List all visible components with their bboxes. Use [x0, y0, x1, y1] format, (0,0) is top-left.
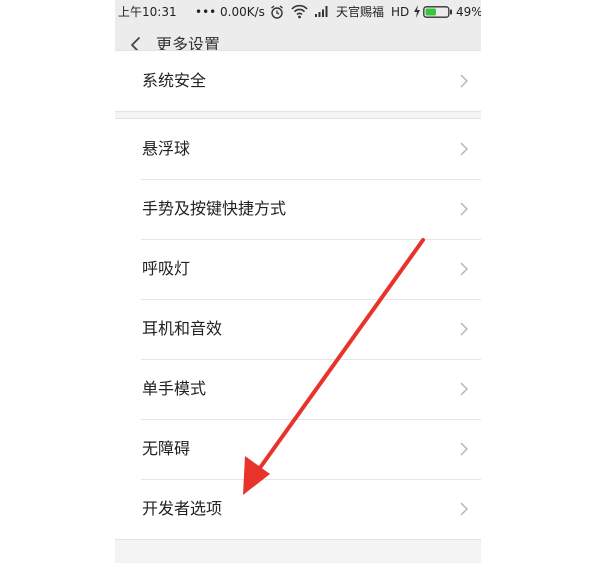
settings-item-floating-ball[interactable]: 悬浮球 [115, 119, 481, 179]
settings-item-system-security[interactable]: 系统安全 [115, 51, 481, 111]
settings-item-label: 悬浮球 [142, 139, 191, 158]
alarm-icon [271, 5, 283, 19]
chevron-right-icon [460, 322, 469, 336]
settings-item-label: 开发者选项 [142, 499, 223, 518]
settings-item-headphones-audio[interactable]: 耳机和音效 [115, 299, 481, 359]
settings-item-label: 单手模式 [142, 379, 207, 398]
chevron-right-icon [460, 142, 469, 156]
chevron-right-icon [460, 74, 469, 88]
battery-icon [423, 6, 452, 18]
settings-item-developer-options[interactable]: 开发者选项 [115, 479, 481, 539]
signal-icon [315, 6, 328, 17]
phone-screen: 上午10:31 ••• 0.00K/s 天官赐福 HD 49% 更多设置 系统安… [115, 0, 481, 563]
charging-icon [414, 5, 420, 18]
chevron-right-icon [460, 382, 469, 396]
settings-item-label: 手势及按键快捷方式 [142, 199, 287, 218]
settings-item-notification-light[interactable]: 呼吸灯 [115, 239, 481, 299]
settings-item-label: 系统安全 [142, 71, 207, 90]
battery-percent: 49% [456, 5, 481, 19]
chevron-right-icon [460, 502, 469, 516]
settings-item-label: 呼吸灯 [142, 259, 191, 278]
status-bar: 上午10:31 ••• 0.00K/s 天官赐福 HD 49% [115, 0, 481, 24]
chevron-right-icon [460, 202, 469, 216]
chevron-right-icon [460, 442, 469, 456]
settings-item-label: 无障碍 [142, 439, 191, 458]
status-time: 上午10:31 [118, 5, 177, 19]
settings-item-label: 耳机和音效 [142, 319, 223, 338]
chevron-right-icon [460, 262, 469, 276]
settings-item-one-handed-mode[interactable]: 单手模式 [115, 359, 481, 419]
settings-item-gestures-shortcuts[interactable]: 手势及按键快捷方式 [115, 179, 481, 239]
network-speed: ••• 0.00K/s [195, 5, 265, 19]
settings-item-accessibility[interactable]: 无障碍 [115, 419, 481, 479]
wifi-icon [291, 4, 308, 19]
settings-group-main: 悬浮球 手势及按键快捷方式 呼吸灯 耳机和音效 单手模式 无障碍 开发者选项 [115, 118, 481, 540]
carrier-name: 天官赐福 [336, 5, 385, 19]
settings-group-security: 系统安全 [115, 50, 481, 112]
network-type: HD [391, 5, 410, 19]
